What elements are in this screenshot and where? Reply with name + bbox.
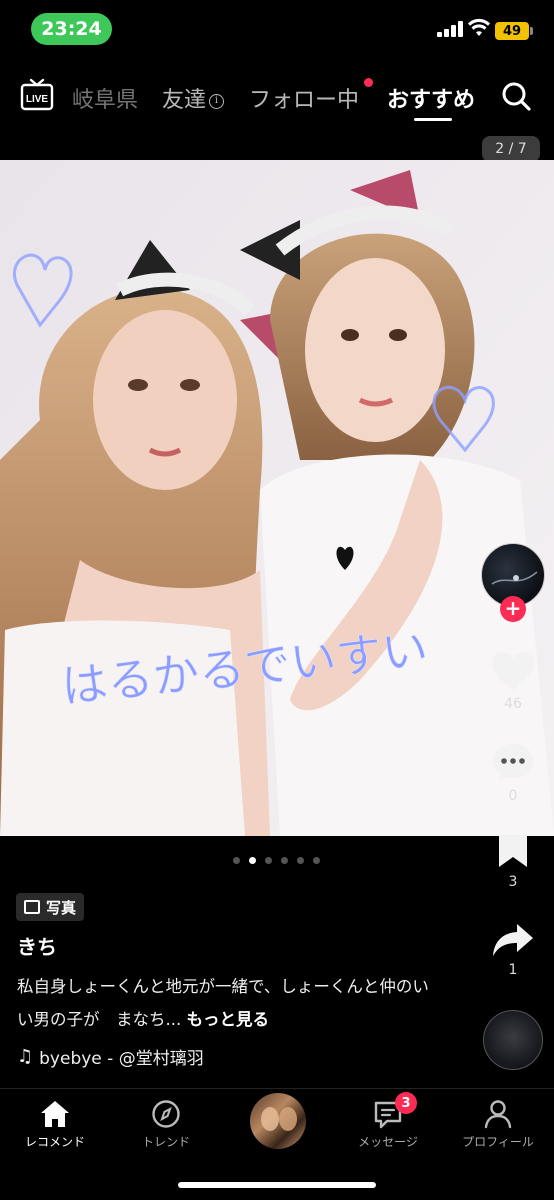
post-username[interactable]: きち (17, 931, 57, 960)
image-icon (24, 900, 40, 914)
share-count: 1 (508, 962, 518, 978)
music-info[interactable]: ♫ byebye - @堂村璃羽 (17, 1044, 204, 1069)
heart-icon (492, 652, 534, 690)
nav-trend-label: トレンド (141, 1135, 190, 1149)
carousel-dot-active (249, 857, 256, 864)
carousel-dot (265, 857, 272, 864)
share-button[interactable]: 1 (483, 922, 543, 978)
nav-recommend[interactable]: レコメンド (5, 1099, 105, 1150)
info-icon: i (209, 94, 225, 109)
tab-following[interactable]: フォロー中 (249, 82, 359, 114)
nav-profile[interactable]: プロフィール (448, 1099, 548, 1150)
compass-icon (152, 1100, 180, 1128)
person-icon (484, 1100, 512, 1129)
save-count: 3 (508, 874, 518, 890)
comment-count: 0 (508, 788, 518, 804)
top-nav: LIVE 岐阜県 友達 i フォロー中 おすすめ (0, 70, 554, 126)
carousel-dot (297, 857, 304, 864)
active-tab-indicator (414, 118, 452, 121)
like-count: 46 (504, 696, 522, 712)
comment-button[interactable]: 0 (483, 742, 543, 804)
comment-icon (493, 744, 533, 782)
see-more-link[interactable]: もっと見る (187, 1010, 270, 1029)
carousel-dot (233, 857, 240, 864)
post-caption[interactable]: 私自身しょーくんと地元が一緒で、しょーくんと仲のいい男の子が まなち... もっ… (17, 970, 437, 1036)
carousel-dot (281, 857, 288, 864)
home-indicator (178, 1182, 376, 1188)
nav-profile-label: プロフィール (462, 1135, 534, 1149)
tab-friends-label: 友達 (162, 88, 207, 113)
wifi-icon (468, 18, 490, 36)
live-icon[interactable]: LIVE (20, 78, 54, 112)
share-arrow-icon (493, 924, 533, 956)
cellular-signal-icon (437, 21, 463, 37)
tab-recommended[interactable]: おすすめ (387, 82, 475, 114)
search-icon[interactable] (500, 80, 532, 112)
svg-text:LIVE: LIVE (26, 94, 49, 105)
nav-messages[interactable]: メッセージ (338, 1099, 438, 1150)
battery-indicator: 49 (495, 22, 529, 40)
follow-plus-button[interactable]: + (500, 596, 526, 622)
post-photo[interactable]: はるかるでいすい (0, 160, 554, 836)
battery-tip (530, 27, 533, 35)
status-bar: 23:24 49 (0, 0, 554, 60)
photo-type-badge: 写真 (16, 893, 85, 921)
carousel-dot (313, 857, 320, 864)
home-icon (41, 1101, 69, 1127)
nav-trend[interactable]: トレンド (116, 1099, 216, 1150)
nav-messages-label: メッセージ (358, 1135, 418, 1149)
bookmark-icon (499, 835, 527, 867)
nav-recommend-label: レコメンド (24, 1135, 85, 1149)
status-time: 23:24 (31, 13, 112, 45)
carousel-dots (233, 857, 323, 865)
like-button[interactable]: 46 (483, 650, 543, 712)
center-avatar-button[interactable] (250, 1093, 306, 1149)
music-disc[interactable] (483, 1010, 543, 1070)
message-badge: 3 (395, 1092, 417, 1114)
following-notification-dot (364, 78, 373, 87)
tab-local[interactable]: 岐阜県 (72, 82, 138, 114)
save-button[interactable]: 3 (483, 832, 543, 890)
music-note-icon: ♫ (17, 1046, 34, 1067)
photo-badge-label: 写真 (46, 898, 77, 917)
music-title: byebye - @堂村璃羽 (39, 1049, 204, 1069)
photo-page-counter: 2 / 7 (482, 136, 540, 162)
tab-friends[interactable]: 友達 i (162, 82, 225, 114)
